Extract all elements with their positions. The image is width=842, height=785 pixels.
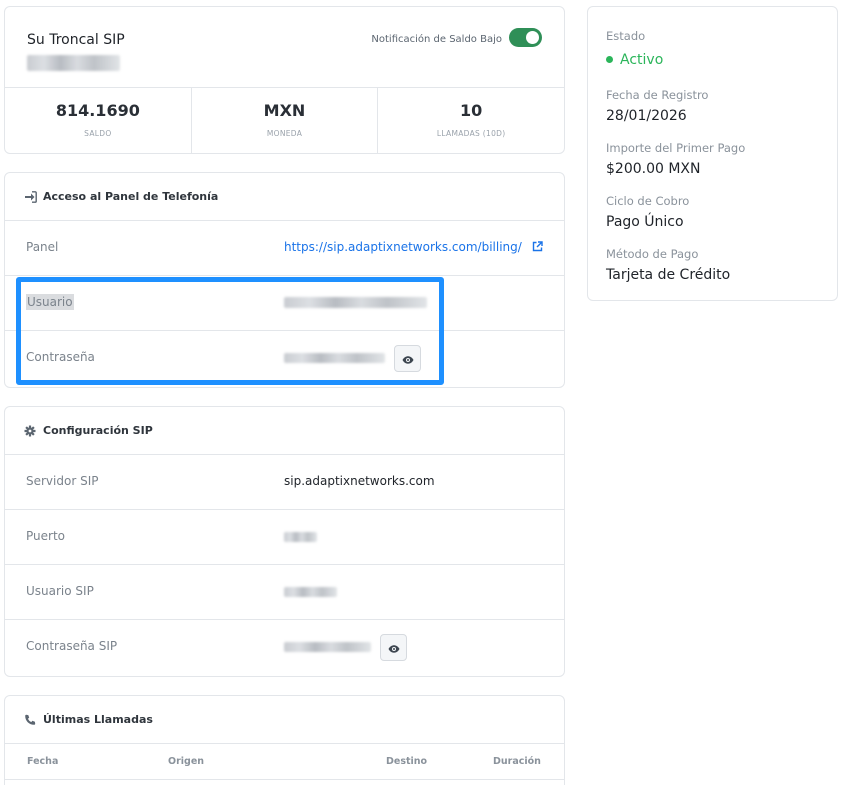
column-origin[interactable]: Origen [168, 756, 204, 767]
low-balance-toggle-label: Notificación de Saldo Bajo [371, 34, 502, 45]
panel-link[interactable]: https://sip.adaptixnetworks.com/billing/ [284, 240, 522, 254]
sip-user-row: Usuario SIP [5, 565, 564, 620]
calls-table-header: Fecha Origen Destino Duración [5, 744, 564, 780]
first-payment-label: Importe del Primer Pago [606, 141, 746, 155]
section-title: Últimas Llamadas [43, 713, 153, 726]
payment-method-value: Tarjeta de Crédito [606, 267, 731, 283]
stat-value: 10 [460, 101, 483, 120]
stat-currency: MXN MONEDA [192, 88, 379, 154]
port-label: Puerto [26, 529, 65, 543]
phone-icon [23, 713, 37, 727]
show-sip-password-button[interactable] [380, 634, 407, 661]
status-value: Activo [620, 52, 664, 68]
trunk-title: Su Troncal SIP [27, 32, 125, 48]
eye-icon [388, 638, 400, 657]
stat-label: SALDO [84, 129, 112, 138]
sip-user-value-redacted [284, 587, 337, 597]
user-label-text: Usuario [26, 294, 74, 310]
registration-label: Fecha de Registro [606, 88, 709, 102]
status-value-wrap: Activo [606, 52, 663, 68]
section-title: Acceso al Panel de Telefonía [43, 190, 219, 203]
user-row: Usuario [5, 276, 564, 331]
stat-balance: 814.1690 SALDO [5, 88, 192, 154]
port-row: Puerto [5, 510, 564, 565]
sip-config-card: Configuración SIP Servidor SIP sip.adapt… [4, 406, 565, 677]
status-dot-icon [606, 55, 613, 63]
trunk-summary-card: Su Troncal SIP Notificación de Saldo Baj… [4, 6, 565, 154]
sip-password-label: Contraseña SIP [26, 639, 118, 653]
toggle-knob [526, 31, 539, 44]
port-value-redacted [284, 532, 317, 542]
stat-label: LLAMADAS (10D) [436, 129, 506, 138]
password-value-redacted[interactable] [284, 353, 385, 363]
show-password-button[interactable] [394, 345, 421, 372]
sip-password-row: Contraseña SIP [5, 620, 564, 675]
account-info-card: Estado Activo Fecha de Registro 28/01/20… [587, 6, 838, 301]
stat-label: MONEDA [266, 129, 303, 138]
low-balance-toggle[interactable] [509, 28, 542, 47]
external-link-icon[interactable] [532, 241, 543, 255]
column-date[interactable]: Fecha [27, 756, 58, 767]
sign-in-icon [23, 190, 37, 204]
status-label: Estado [606, 29, 646, 43]
section-header: Últimas Llamadas [5, 696, 564, 744]
panel-link-wrap: https://sip.adaptixnetworks.com/billing/ [284, 240, 543, 255]
recent-calls-card: Últimas Llamadas Fecha Origen Destino Du… [4, 695, 565, 785]
column-duration[interactable]: Duración [493, 756, 541, 767]
eye-icon [402, 349, 414, 368]
section-title: Configuración SIP [43, 424, 153, 437]
section-header: Acceso al Panel de Telefonía [5, 173, 564, 221]
panel-label: Panel [26, 240, 59, 254]
stat-value: 814.1690 [55, 101, 140, 120]
server-value: sip.adaptixnetworks.com [284, 474, 435, 488]
user-value-redacted[interactable] [284, 297, 427, 308]
panel-row: Panel https://sip.adaptixnetworks.com/bi… [5, 221, 564, 276]
billing-cycle-label: Ciclo de Cobro [606, 194, 690, 208]
password-row: Contraseña [5, 331, 564, 386]
trunk-id-redacted [27, 55, 120, 71]
sip-password-value-redacted [284, 642, 371, 652]
payment-method-label: Método de Pago [606, 247, 699, 261]
server-row: Servidor SIP sip.adaptixnetworks.com [5, 455, 564, 510]
billing-cycle-value: Pago Único [606, 214, 684, 230]
gear-icon [23, 424, 37, 438]
user-label: Usuario [26, 294, 74, 310]
section-header: Configuración SIP [5, 407, 564, 455]
registration-value: 28/01/2026 [606, 108, 687, 124]
server-label: Servidor SIP [26, 474, 99, 488]
stat-calls: 10 LLAMADAS (10D) [378, 88, 564, 154]
sip-user-label: Usuario SIP [26, 584, 94, 598]
stat-value: MXN [263, 101, 306, 120]
column-destination[interactable]: Destino [386, 756, 427, 767]
first-payment-value: $200.00 MXN [606, 161, 701, 177]
stats-row: 814.1690 SALDO MXN MONEDA 10 LLAMADAS (1… [5, 87, 564, 154]
panel-access-card: Acceso al Panel de Telefonía Panel https… [4, 172, 565, 388]
password-label: Contraseña [26, 350, 95, 364]
